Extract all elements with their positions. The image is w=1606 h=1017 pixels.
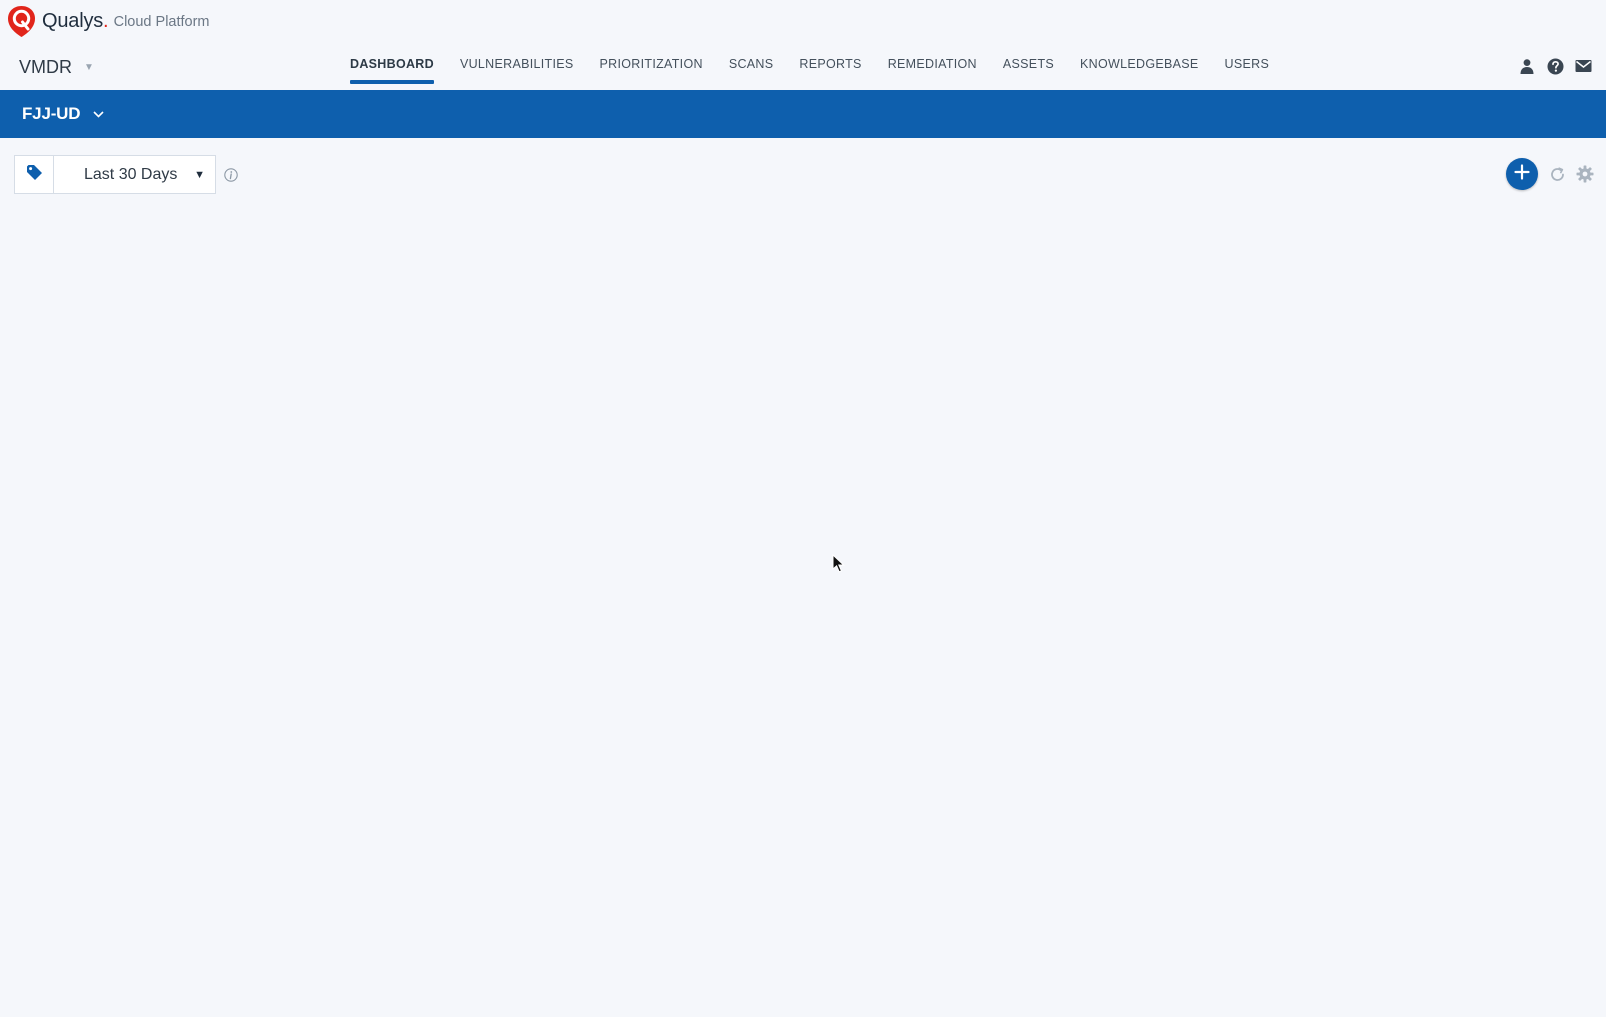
time-range-value: Last 30 Days	[84, 165, 178, 183]
main-nav: DASHBOARD VULNERABILITIES PRIORITIZATION…	[350, 52, 1295, 90]
tab-prioritization[interactable]: PRIORITIZATION	[600, 52, 703, 84]
app-switcher[interactable]: VMDR ▼	[19, 55, 94, 79]
mouse-pointer-icon	[832, 553, 846, 574]
brand-suffix: Cloud Platform	[113, 14, 210, 30]
tab-scans[interactable]: SCANS	[729, 52, 774, 84]
filter-toolbar: Last 30 Days ▼	[14, 155, 238, 194]
tab-assets[interactable]: ASSETS	[1003, 52, 1054, 84]
top-header: Qualys. Cloud Platform VMDR ▼ DASHBOARD …	[0, 0, 1606, 90]
dashboard-selector[interactable]: FJJ-UD	[22, 104, 104, 124]
tab-vulnerabilities[interactable]: VULNERABILITIES	[460, 52, 574, 84]
tab-users[interactable]: USERS	[1225, 52, 1270, 84]
caret-down-icon: ▼	[194, 169, 205, 181]
time-range-select[interactable]: Last 30 Days ▼	[54, 155, 216, 194]
help-icon[interactable]	[1546, 57, 1564, 75]
chevron-down-icon	[93, 110, 104, 118]
brand-logo[interactable]: Qualys. Cloud Platform	[7, 4, 210, 38]
add-widget-button[interactable]	[1506, 158, 1538, 190]
tab-knowledgebase[interactable]: KNOWLEDGEBASE	[1080, 52, 1199, 84]
dashboard-workspace[interactable]	[0, 210, 1606, 1017]
caret-down-icon: ▼	[84, 61, 94, 73]
header-actions	[1518, 57, 1592, 75]
tag-filter-button[interactable]	[14, 155, 54, 194]
brand-dot: .	[103, 9, 109, 32]
tag-icon	[26, 164, 43, 186]
dashboard-name: FJJ-UD	[22, 104, 81, 123]
tab-remediation[interactable]: REMEDIATION	[888, 52, 977, 84]
plus-icon	[1514, 163, 1530, 185]
app-switcher-label: VMDR	[19, 56, 72, 77]
user-icon[interactable]	[1518, 57, 1536, 75]
mail-icon[interactable]	[1574, 57, 1592, 75]
qualys-shield-logo-icon	[7, 5, 36, 38]
dashboard-bar: FJJ-UD	[0, 90, 1606, 138]
brand-name: Qualys	[42, 9, 104, 32]
settings-gear-icon[interactable]	[1576, 165, 1594, 183]
toolbar-right-actions	[1506, 158, 1594, 190]
tab-reports[interactable]: REPORTS	[799, 52, 861, 84]
refresh-icon[interactable]	[1548, 165, 1566, 183]
tab-dashboard[interactable]: DASHBOARD	[350, 52, 434, 84]
info-icon[interactable]	[224, 167, 238, 182]
